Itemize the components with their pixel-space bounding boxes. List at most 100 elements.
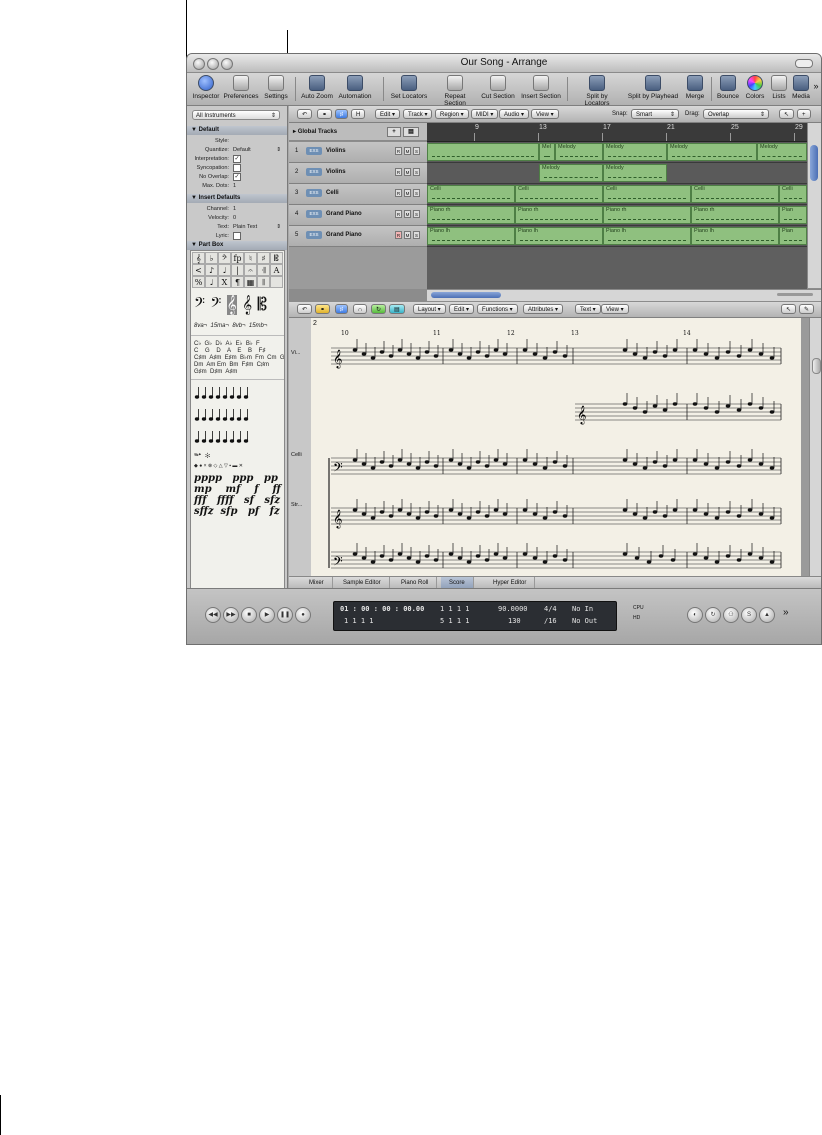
pointer-tool-icon[interactable]: ↖ [779, 109, 795, 119]
instrument-set-dropdown[interactable]: All Instruments ⇕ [192, 110, 280, 120]
midi-region[interactable] [427, 143, 539, 161]
record-button[interactable]: R [395, 210, 402, 218]
lyric-checkbox[interactable] [233, 232, 241, 240]
score-notation[interactable]: 𝄞 𝄞 𝄢 𝄞 𝄢 [311, 318, 801, 576]
midi-region[interactable]: Melody [757, 143, 807, 161]
add-track-icon[interactable]: + [387, 127, 401, 137]
split-by-locators-button[interactable]: Split by Locators [573, 75, 621, 107]
track-header-5[interactable]: 5 EXS Grand Piano R M S [289, 226, 427, 247]
part-box-cell[interactable]: ▦ [244, 276, 257, 288]
pedal-symbols[interactable]: 𝆮𝆯 ✻ [194, 453, 210, 460]
scroll-thumb[interactable] [431, 292, 501, 298]
play-icon[interactable]: ▶ [259, 607, 275, 623]
midi-region[interactable]: Piano lh [427, 227, 515, 245]
part-box-cell[interactable]: 𝄐 [244, 264, 257, 276]
transport-more-icon[interactable]: » [783, 607, 789, 618]
record-icon[interactable]: ● [295, 607, 311, 623]
replace-icon[interactable]: ⚇ [723, 607, 739, 623]
cut-section-button[interactable]: Cut Section [479, 75, 517, 103]
track-header-4[interactable]: 4 EXS Grand Piano R M S [289, 205, 427, 226]
pencil-tool-icon[interactable]: ✎ [799, 304, 815, 314]
part-box-cell[interactable]: ♪ [205, 264, 218, 276]
pencil-tool-icon[interactable]: + [797, 109, 811, 119]
cycle-icon[interactable]: ↻ [705, 607, 721, 623]
inspector-row-max-dots[interactable]: Max. Dots: 1 [187, 182, 287, 190]
midi-region[interactable]: Piano rh [515, 206, 603, 224]
solo-icon[interactable]: S [741, 607, 757, 623]
midi-region[interactable]: Celli [515, 185, 603, 203]
solo-button[interactable]: S [413, 231, 420, 239]
snap-dropdown[interactable]: Smart ⇕ [631, 109, 679, 119]
pause-icon[interactable]: ❚❚ [277, 607, 293, 623]
track-lane-2[interactable]: Melody Melody [427, 163, 807, 184]
midi-region[interactable]: Piano rh [427, 206, 515, 224]
syncopation-checkbox[interactable] [233, 164, 241, 172]
midi-region[interactable]: Piano rh [691, 206, 779, 224]
inspector-row-syncopation[interactable]: Syncopation: [187, 164, 287, 172]
score-vertical-scrollbar[interactable] [809, 318, 821, 576]
note-heads[interactable]: ◆ ● × ⊗ ◇ △ ▽ ▪ ▬ ✕ [194, 463, 243, 470]
track-lane-3[interactable]: Celli Celli Celli Celli Celli [427, 184, 807, 205]
inspector-row-quantize[interactable]: Quantize: Default ⇕ [187, 146, 287, 154]
part-box-cell[interactable]: ♩ [218, 264, 231, 276]
inspector-row-interpretation[interactable]: Interpretation: ✓ [187, 155, 287, 163]
midi-region[interactable]: Melody [603, 164, 667, 182]
part-box-cell[interactable]: ¶ [231, 276, 244, 288]
menu-view[interactable]: View ▾ [531, 109, 559, 119]
global-tracks-row[interactable]: ▸ Global Tracks + ▤ [289, 123, 427, 141]
transport-display[interactable]: 01 : 00 : 00 : 00.00 1 1 1 1 1 1 1 1 5 1… [333, 601, 617, 631]
midi-region[interactable]: Piano rh [603, 206, 691, 224]
part-box-cell[interactable] [270, 276, 283, 288]
toolbar-toggle-icon[interactable] [795, 59, 813, 68]
flex-icon[interactable]: ♯ [335, 304, 348, 314]
part-box-header[interactable]: ▼ Part Box [187, 241, 287, 250]
track-header-2[interactable]: 2 EXS Violins R M S [289, 163, 427, 184]
part-box-cell[interactable]: ♯ [257, 252, 270, 264]
split-by-playhead-button[interactable]: Split by Playhead [627, 75, 679, 103]
midi-region[interactable]: Mel [539, 143, 555, 161]
scroll-thumb[interactable] [810, 145, 818, 181]
link-icon[interactable]: ⚭ [317, 109, 333, 119]
midi-region[interactable]: Melody [667, 143, 757, 161]
midi-region[interactable]: Pian [779, 227, 807, 245]
solo-button[interactable]: S [413, 168, 420, 176]
merge-button[interactable]: Merge [683, 75, 707, 103]
menu-functions[interactable]: Functions ▾ [477, 304, 518, 314]
layout-view-icon[interactable]: ∩ [353, 304, 368, 314]
menu-region[interactable]: Region ▾ [435, 109, 469, 119]
midi-region[interactable]: Melody [603, 143, 667, 161]
menu-view[interactable]: View ▾ [601, 304, 629, 314]
part-box-cell[interactable]: 𝄡 [270, 252, 283, 264]
part-box-cell[interactable]: ♩ [205, 276, 218, 288]
undo-icon[interactable]: ↶ [297, 304, 313, 314]
set-locators-button[interactable]: Set Locators [389, 75, 429, 103]
auto-zoom-button[interactable]: Auto Zoom [301, 75, 333, 103]
drag-dropdown[interactable]: Overlap ⇕ [703, 109, 769, 119]
midi-region[interactable]: Celli [603, 185, 691, 203]
interpretation-checkbox[interactable]: ✓ [233, 155, 241, 163]
menu-text[interactable]: Text ▾ [575, 304, 601, 314]
zoom-slider[interactable] [777, 293, 813, 296]
inspector-button[interactable]: Inspector [191, 75, 221, 103]
clef-row[interactable]: 𝄢 𝄢 𝄞 𝄞 𝄡 [194, 293, 267, 317]
arrange-vertical-scrollbar[interactable] [807, 123, 821, 288]
key-signatures[interactable]: C♭ G♭ D♭ A♭ E♭ B♭ F C G D A E B F♯ C♯m A… [194, 341, 284, 376]
part-box-cell[interactable]: A [270, 264, 283, 276]
default-header[interactable]: ▼ Default [187, 126, 287, 135]
midi-region[interactable]: Piano lh [691, 227, 779, 245]
automation-button[interactable]: Automation [337, 75, 373, 103]
menu-midi[interactable]: MIDI ▾ [471, 109, 499, 119]
part-box-cell[interactable]: < [192, 264, 205, 276]
part-box-cell[interactable]: fp [231, 252, 244, 264]
metronome-icon[interactable]: ▲ [759, 607, 775, 623]
cpu-meter[interactable]: CPU [633, 605, 644, 611]
bounce-button[interactable]: Bounce [715, 75, 741, 103]
note-values-area[interactable] [193, 381, 281, 449]
solo-button[interactable]: S [413, 147, 420, 155]
dynamics[interactable]: pppp ppp pp p mp mf f ff fff ffff sf sfz… [194, 473, 284, 517]
lists-button[interactable]: Lists [769, 75, 789, 103]
hide-icon[interactable]: H [351, 109, 366, 119]
hd-meter[interactable]: HD [633, 615, 640, 621]
midi-region[interactable]: Melody [539, 164, 603, 182]
mute-button[interactable]: M [404, 189, 411, 197]
